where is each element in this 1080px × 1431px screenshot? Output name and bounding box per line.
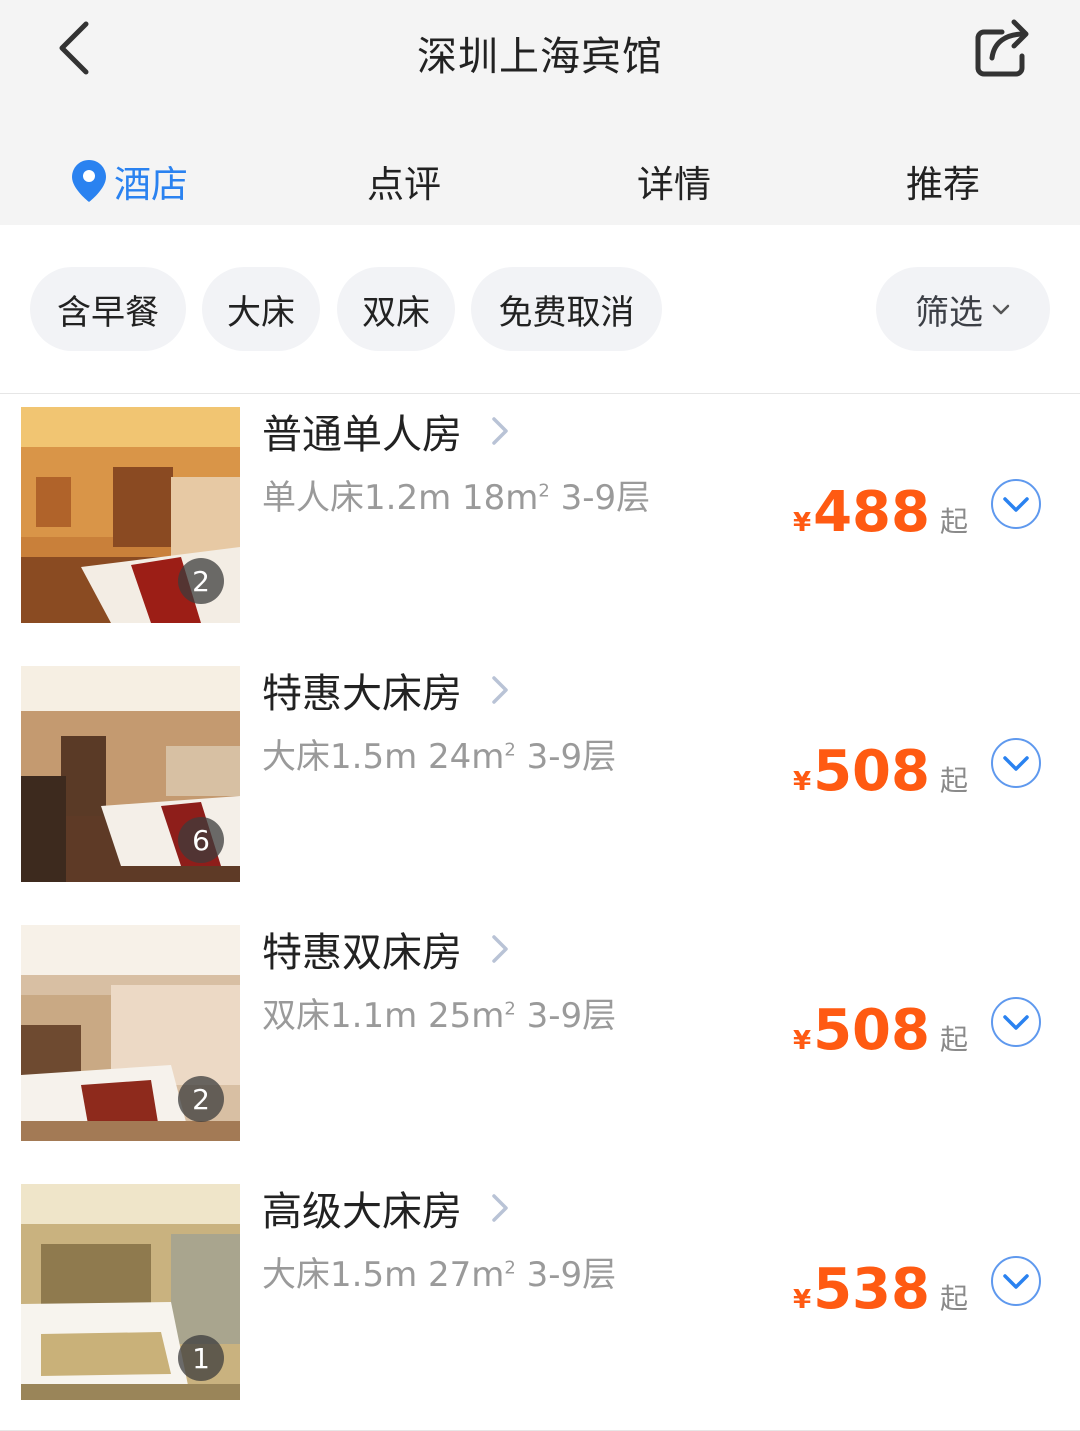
- chevron-down-icon: [992, 304, 1010, 315]
- room-price: ¥ 508 起: [793, 739, 968, 804]
- tab-label: 酒店: [114, 163, 188, 206]
- price-value: 488: [813, 480, 930, 545]
- room-name-link[interactable]: 特惠双床房: [262, 920, 510, 978]
- price-value: 508: [813, 739, 930, 804]
- expand-button[interactable]: [990, 1255, 1042, 1307]
- room-name: 高级大床房: [262, 1189, 462, 1235]
- room-photo[interactable]: 6: [21, 666, 240, 882]
- chip-twin-bed[interactable]: 双床: [337, 267, 455, 351]
- price-suffix: 起: [939, 1023, 968, 1056]
- price-currency: ¥: [792, 1285, 812, 1315]
- price-suffix: 起: [939, 505, 968, 538]
- chevron-down-circle-icon: [991, 479, 1041, 529]
- filter-button[interactable]: 筛选: [876, 267, 1050, 351]
- room-card[interactable]: 6 特惠大床房 大床1.5m 24m2 3-9层 ¥ 508 起: [0, 653, 1080, 913]
- room-name-link[interactable]: 普通单人房: [262, 402, 510, 460]
- price-currency: ¥: [792, 767, 812, 797]
- room-photo[interactable]: 2: [21, 407, 240, 623]
- photo-count-badge: 2: [178, 1076, 224, 1122]
- chevron-down-circle-icon: [991, 997, 1041, 1047]
- room-info: 双床1.1m 25m2 3-9层: [262, 996, 617, 1036]
- room-card[interactable]: 2 特惠双床房 双床1.1m 25m2 3-9层 ¥ 508 起: [0, 912, 1080, 1172]
- room-name-link[interactable]: 高级大床房: [262, 1179, 510, 1237]
- photo-count-badge: 1: [178, 1335, 224, 1381]
- room-name: 普通单人房: [262, 412, 462, 458]
- room-name: 特惠大床房: [262, 671, 462, 717]
- room-photo[interactable]: 2: [21, 925, 240, 1141]
- room-info: 单人床1.2m 18m2 3-9层: [262, 478, 651, 518]
- price-suffix: 起: [939, 764, 968, 797]
- tab-label: 详情: [637, 163, 711, 206]
- chip-breakfast[interactable]: 含早餐: [30, 267, 186, 351]
- price-value: 508: [813, 998, 930, 1063]
- photo-count-badge: 2: [178, 558, 224, 604]
- price-suffix: 起: [939, 1282, 968, 1315]
- room-name-link[interactable]: 特惠大床房: [262, 661, 510, 719]
- chevron-right-icon: [492, 417, 508, 445]
- room-price: ¥ 508 起: [793, 998, 968, 1063]
- tab-label: 推荐: [906, 163, 980, 206]
- room-name: 特惠双床房: [262, 930, 462, 976]
- room-info: 大床1.5m 24m2 3-9层: [262, 737, 617, 777]
- tab-bar: 酒店 点评 详情 推荐: [0, 148, 1080, 214]
- tab-recommend[interactable]: 推荐: [906, 148, 980, 214]
- room-price: ¥ 488 起: [793, 480, 968, 545]
- room-info: 大床1.5m 27m2 3-9层: [262, 1255, 617, 1295]
- expand-button[interactable]: [990, 737, 1042, 789]
- chip-free-cancel[interactable]: 免费取消: [471, 267, 662, 351]
- price-currency: ¥: [792, 508, 812, 538]
- room-card[interactable]: 2 普通单人房 单人床1.2m 18m2 3-9层 ¥ 488 起: [0, 394, 1080, 654]
- tab-reviews[interactable]: 点评: [367, 148, 441, 214]
- share-button[interactable]: [966, 14, 1036, 82]
- tab-details[interactable]: 详情: [637, 148, 711, 214]
- chevron-right-icon: [492, 1194, 508, 1222]
- chevron-down-circle-icon: [991, 738, 1041, 788]
- filter-bar: 含早餐 大床 双床 免费取消 筛选: [0, 225, 1080, 394]
- filter-label: 筛选: [915, 292, 983, 333]
- room-photo[interactable]: 1: [21, 1184, 240, 1400]
- chevron-right-icon: [492, 935, 508, 963]
- tab-hotel[interactable]: 酒店: [70, 148, 188, 214]
- header-bar: 深圳上海宾馆 酒店 点评 详情 推荐: [0, 0, 1080, 225]
- expand-button[interactable]: [990, 478, 1042, 530]
- price-value: 538: [813, 1257, 930, 1322]
- room-price: ¥ 538 起: [793, 1257, 968, 1322]
- photo-count-badge: 6: [178, 817, 224, 863]
- chevron-right-icon: [492, 676, 508, 704]
- tab-label: 点评: [367, 163, 441, 206]
- page-title: 深圳上海宾馆: [417, 34, 663, 80]
- chevron-down-circle-icon: [991, 1256, 1041, 1306]
- price-currency: ¥: [792, 1026, 812, 1056]
- expand-button[interactable]: [990, 996, 1042, 1048]
- share-icon: [975, 19, 1029, 77]
- room-card[interactable]: 1 高级大床房 大床1.5m 27m2 3-9层 ¥ 538 起: [0, 1171, 1080, 1431]
- location-pin-icon: [72, 160, 106, 202]
- chip-big-bed[interactable]: 大床: [202, 267, 320, 351]
